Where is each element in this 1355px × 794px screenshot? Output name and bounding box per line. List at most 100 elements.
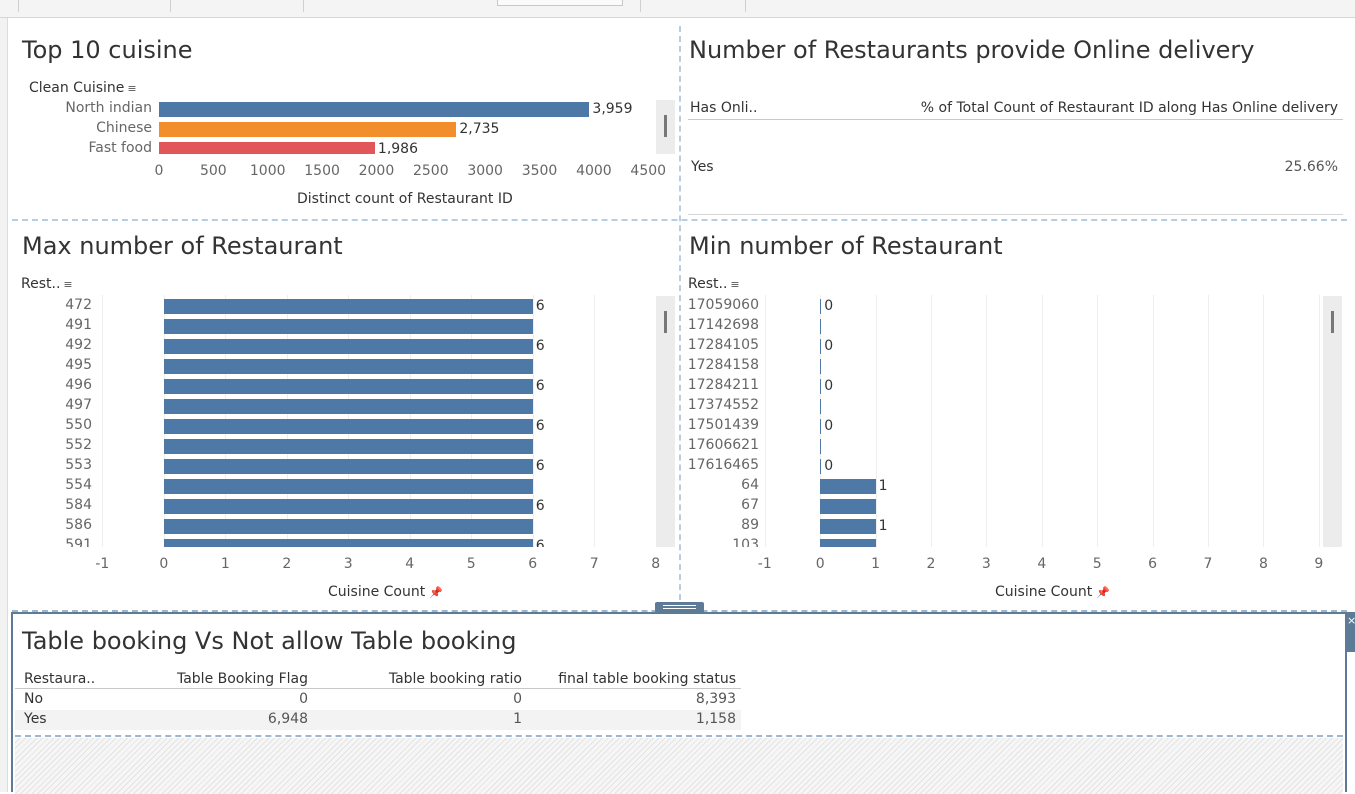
- bar: [159, 142, 375, 155]
- toolbar-divider: [745, 0, 746, 12]
- gridline: [765, 295, 766, 547]
- axis-tick-label: 9: [1314, 556, 1323, 572]
- pin-icon[interactable]: 📌: [1096, 586, 1110, 599]
- category-label: North indian: [0, 100, 152, 116]
- category-label: 89: [680, 517, 759, 533]
- axis-tick-label: 0: [155, 163, 164, 179]
- sort-descending-icon[interactable]: ≡: [63, 278, 72, 291]
- gridline: [594, 295, 595, 547]
- toolbar-strip: [0, 0, 1355, 18]
- axis-title-label: Cuisine Count: [995, 584, 1092, 600]
- data-label: 2,735: [459, 121, 499, 137]
- table-col-header[interactable]: Table Booking Flag: [113, 671, 308, 687]
- bar: [820, 459, 821, 474]
- category-label: 17606621: [680, 437, 759, 453]
- toolbar-divider: [170, 0, 171, 12]
- data-label: 6: [536, 378, 545, 394]
- axis-tick-label: 5: [467, 556, 476, 572]
- axis-tick-label: 4000: [576, 163, 612, 179]
- data-label: 6: [536, 298, 545, 314]
- bar: [164, 339, 533, 354]
- scrollbar-thumb[interactable]: [664, 311, 667, 333]
- gridline: [1319, 295, 1320, 547]
- axis-tick-label: 4500: [630, 163, 666, 179]
- bar: [159, 102, 589, 117]
- data-label: 6: [536, 338, 545, 354]
- category-label: 17501439: [680, 417, 759, 433]
- data-label: 6: [536, 498, 545, 514]
- axis-tick-label: 8: [1259, 556, 1268, 572]
- header-rule: [688, 119, 1343, 120]
- gridline: [1153, 295, 1154, 547]
- axis-tick-label: 2: [927, 556, 936, 572]
- category-label: 552: [0, 437, 92, 453]
- scrollbar[interactable]: [656, 296, 675, 547]
- axis-tick-label: -1: [95, 556, 109, 572]
- scrollbar-thumb[interactable]: [1331, 311, 1334, 333]
- category-label: 495: [0, 357, 92, 373]
- category-label: 472: [0, 297, 92, 313]
- table-booking-panel[interactable]: Table booking Vs Not allow Table booking…: [11, 612, 1347, 792]
- scrollbar[interactable]: [656, 100, 675, 154]
- axis-tick-label: 4: [1037, 556, 1046, 572]
- gridline: [986, 295, 987, 547]
- toolbar-divider: [18, 0, 19, 12]
- max-row-header[interactable]: Rest..≡: [21, 276, 73, 292]
- table-cell: 0: [313, 691, 522, 707]
- empty-area: [15, 738, 1343, 794]
- online-delivery-title: Number of Restaurants provide Online del…: [689, 36, 1255, 64]
- max-restaurant-title: Max number of Restaurant: [22, 232, 343, 260]
- table-row[interactable]: No 0 0 8,393: [15, 690, 741, 710]
- category-label: 17284158: [680, 357, 759, 373]
- category-label: 67: [680, 497, 759, 513]
- pin-icon[interactable]: 📌: [429, 586, 443, 599]
- data-label: 6: [536, 458, 545, 474]
- axis-tick-label: 7: [1204, 556, 1213, 572]
- toolbar-divider: [640, 0, 641, 12]
- data-label: 3,959: [592, 101, 632, 117]
- axis-tick-label: 5: [1093, 556, 1102, 572]
- axis-tick-label: -1: [758, 556, 772, 572]
- close-icon[interactable]: ×: [1345, 612, 1355, 652]
- min-row-header[interactable]: Rest..≡: [688, 276, 740, 292]
- data-label: 6: [536, 418, 545, 434]
- bar: [820, 419, 821, 434]
- online-col2-header[interactable]: % of Total Count of Restaurant ID along …: [900, 100, 1338, 116]
- sort-ascending-icon[interactable]: ≡: [730, 278, 739, 291]
- axis-tick-label: 2500: [413, 163, 449, 179]
- table-col-header[interactable]: final table booking status: [533, 671, 736, 687]
- axis-tick-label: 3: [982, 556, 991, 572]
- table-col-header[interactable]: Restaura..: [24, 671, 95, 687]
- online-row-value[interactable]: 25.66%: [1200, 159, 1338, 175]
- table-col-header[interactable]: Table booking ratio: [313, 671, 522, 687]
- bar: [820, 539, 875, 548]
- row-header-label: Rest..: [21, 276, 60, 292]
- table-cell: No: [24, 691, 43, 707]
- bar: [164, 379, 533, 394]
- gridline: [1097, 295, 1098, 547]
- bar: [164, 539, 533, 548]
- category-label: 17142698: [680, 317, 759, 333]
- table-cell: 1,158: [533, 711, 736, 727]
- online-col1-header[interactable]: Has Onli..: [690, 100, 757, 116]
- category-label: 103: [680, 537, 759, 547]
- bar: [820, 479, 875, 494]
- online-row-label[interactable]: Yes: [691, 159, 714, 175]
- axis-tick-label: 3: [344, 556, 353, 572]
- scrollbar-thumb[interactable]: [664, 115, 667, 137]
- scrollbar[interactable]: [1323, 296, 1342, 547]
- top-cuisine-row-header[interactable]: Clean Cuisine≡: [29, 80, 137, 96]
- gridline: [931, 295, 932, 547]
- horizontal-divider: [12, 219, 1347, 221]
- axis-tick-label: 2: [282, 556, 291, 572]
- category-label: 591: [0, 537, 92, 547]
- top-cuisine-title: Top 10 cuisine: [22, 36, 193, 64]
- table-booking-title: Table booking Vs Not allow Table booking: [22, 627, 516, 655]
- sort-descending-icon[interactable]: ≡: [127, 82, 136, 95]
- bar: [164, 399, 533, 414]
- header-rule: [15, 688, 741, 689]
- data-label: 0: [824, 298, 833, 314]
- category-label: 17616465: [680, 457, 759, 473]
- toolbar-field[interactable]: [497, 0, 623, 6]
- table-row[interactable]: Yes 6,948 1 1,158: [15, 710, 741, 730]
